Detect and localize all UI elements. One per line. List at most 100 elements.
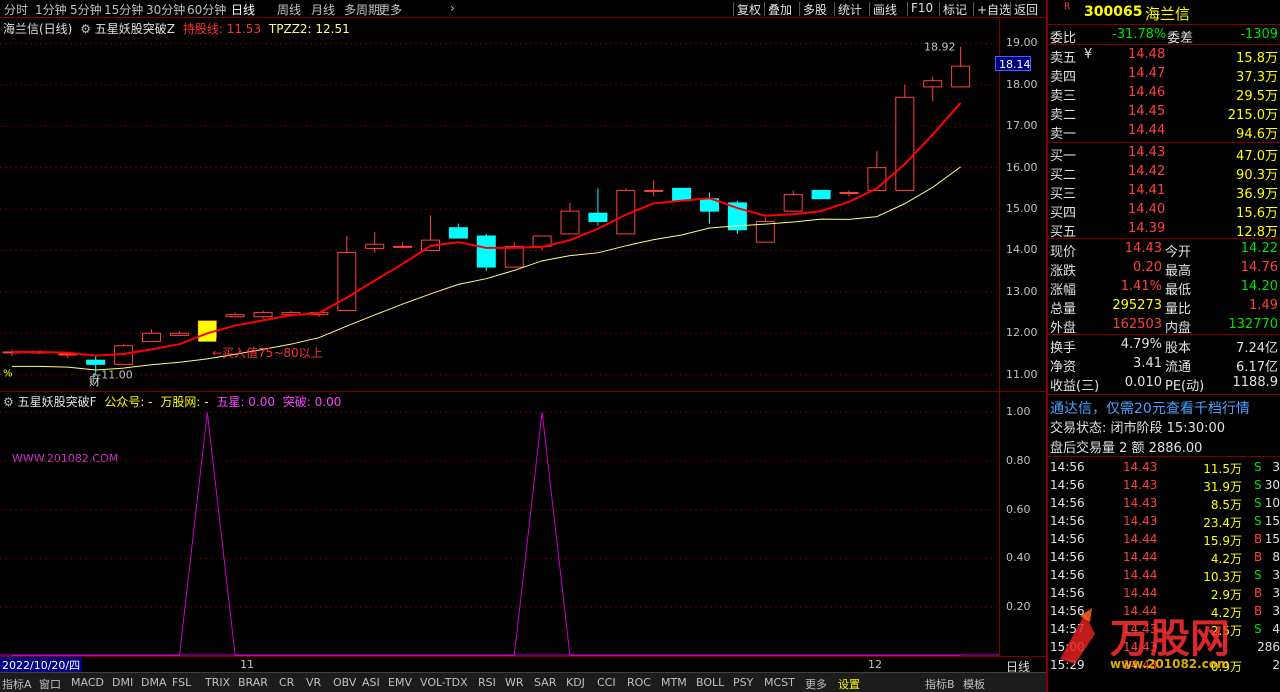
indicator-tab-21[interactable]: BOLL bbox=[696, 676, 724, 689]
period-tab-7[interactable]: 周线 bbox=[277, 1, 301, 18]
candle-up bbox=[783, 194, 803, 212]
tool-button-2[interactable]: 多股 bbox=[803, 1, 827, 18]
tick-row: 14:56 14.43 31.9万 S 30 bbox=[1048, 476, 1280, 494]
indicator-tab-12[interactable]: EMV bbox=[388, 676, 412, 689]
indicator-tab-22[interactable]: PSY bbox=[733, 676, 753, 689]
indicator-tab-3[interactable]: DMI bbox=[112, 676, 133, 689]
indicator-tab-5[interactable]: FSL bbox=[172, 676, 191, 689]
indicator-tab-20[interactable]: MTM bbox=[661, 676, 687, 689]
tick-side: B bbox=[1254, 532, 1263, 546]
period-tab-1[interactable]: 1分钟 bbox=[35, 1, 67, 18]
candle-down bbox=[588, 212, 608, 222]
indicator-tab-18[interactable]: CCI bbox=[597, 676, 616, 689]
ask-label: 卖一 bbox=[1050, 127, 1077, 142]
tool-separator bbox=[764, 2, 765, 16]
indicator-tab-16[interactable]: SAR bbox=[534, 676, 556, 689]
indicator-tab-13[interactable]: VOL-TDX bbox=[420, 676, 468, 689]
tick-row: 14:56 14.43 23.4万 S 15 bbox=[1048, 512, 1280, 530]
tool-button-4[interactable]: 画线 bbox=[873, 1, 897, 18]
ask-row[interactable]: 卖五 ¥14.48 15.8万 bbox=[1048, 46, 1280, 66]
period-tab-9[interactable]: 多周期 bbox=[344, 1, 380, 18]
indicator-tab-26[interactable]: 指标B bbox=[925, 676, 955, 692]
period-tab-4[interactable]: 30分钟 bbox=[146, 1, 185, 18]
candlestick-chart[interactable]: 18.92←11.00←买入值75~80以上财% bbox=[0, 19, 999, 391]
indicator-tab-2[interactable]: MACD bbox=[71, 676, 104, 689]
tool-button-1[interactable]: 叠加 bbox=[768, 1, 792, 18]
period-tab-5[interactable]: 60分钟 bbox=[187, 1, 226, 18]
bid-price: 14.40 bbox=[1128, 202, 1166, 217]
indicator-tab-17[interactable]: KDJ bbox=[566, 676, 585, 689]
tick-time: 14:56 bbox=[1050, 568, 1085, 582]
quote-panel: R 300065 海兰信 委比 -31.78% 委差 -1309 卖五 ¥14.4… bbox=[1046, 0, 1280, 692]
ask-volume: 29.5万 bbox=[1236, 89, 1278, 104]
stat-value-2: 1.49 bbox=[1249, 298, 1278, 313]
tool-button-6[interactable]: 标记 bbox=[943, 1, 967, 18]
tool-button-5[interactable]: F10 bbox=[911, 1, 933, 15]
tick-count: 3 bbox=[1272, 586, 1280, 600]
tick-price: 14.43 bbox=[1123, 460, 1158, 474]
indicator-tab-1[interactable]: 窗口 bbox=[39, 676, 61, 692]
tool-button-3[interactable]: 统计 bbox=[838, 1, 862, 18]
tick-price: 14.44 bbox=[1123, 550, 1158, 564]
indicator-tab-23[interactable]: MCST bbox=[764, 676, 795, 689]
indicator-tab-9[interactable]: VR bbox=[306, 676, 321, 689]
indicator-tab-25[interactable]: 设置 bbox=[838, 676, 860, 692]
bid-row[interactable]: 买四 14.40 15.6万 bbox=[1048, 201, 1280, 221]
indicator-tab-19[interactable]: ROC bbox=[627, 676, 651, 689]
indicator-tab-15[interactable]: WR bbox=[505, 676, 524, 689]
indicator-tab-4[interactable]: DMA bbox=[141, 676, 167, 689]
tick-row: 14:56 14.43 11.5万 S 3 bbox=[1048, 458, 1280, 476]
ask-volume: 37.3万 bbox=[1236, 70, 1278, 85]
period-tab-0[interactable]: 分时 bbox=[4, 1, 28, 18]
indicator-tab-27[interactable]: 模板 bbox=[963, 676, 985, 692]
tick-count: 15 bbox=[1264, 532, 1280, 546]
indicator-tab-8[interactable]: CR bbox=[279, 676, 294, 689]
period-tab-8[interactable]: 月线 bbox=[311, 1, 335, 18]
tick-time: 14:56 bbox=[1050, 586, 1085, 600]
bid-row[interactable]: 买五 14.39 12.8万 bbox=[1048, 220, 1280, 240]
period-toolbar: 分时 1分钟 5分钟 15分钟 30分钟 60分钟 日线 周线 月线 多周期 更多 › 复权 叠加 多股统… bbox=[0, 0, 1046, 18]
price-axis: 19.00 18.00 17.00 16.00 15.00 14.00 13.00 12.00… bbox=[999, 19, 1046, 392]
bid-row[interactable]: 买二 14.42 90.3万 bbox=[1048, 163, 1280, 183]
period-tab-2[interactable]: 5分钟 bbox=[70, 1, 102, 18]
tool-button-8[interactable]: 返回 bbox=[1014, 1, 1038, 18]
bid-volume: 47.0万 bbox=[1236, 149, 1278, 164]
ask-row[interactable]: 卖三 14.46 29.5万 bbox=[1048, 84, 1280, 104]
period-tab-10[interactable]: 更多 bbox=[378, 1, 402, 18]
ask-row[interactable]: 卖一 14.44 94.6万 bbox=[1048, 122, 1280, 142]
tool-button-7[interactable]: +自选 bbox=[977, 1, 1011, 18]
price-tick: 19.00 bbox=[1006, 36, 1038, 50]
tick-row: 14:56 14.44 2.9万 B 3 bbox=[1048, 584, 1280, 602]
indicator-tab-6[interactable]: TRIX bbox=[205, 676, 230, 689]
sub-indicator-chart[interactable] bbox=[0, 392, 999, 656]
stat-label-2: 最高 bbox=[1165, 264, 1192, 279]
candle-up bbox=[253, 312, 273, 318]
indicator-tab-0[interactable]: 指标A bbox=[2, 676, 32, 692]
indicator-tab-11[interactable]: ASI bbox=[362, 676, 380, 689]
stat2-value-2: 7.24亿 bbox=[1236, 341, 1278, 356]
promo-row[interactable]: 通达信，仅需20元查看千档行情 bbox=[1048, 397, 1280, 417]
tick-count: 3 bbox=[1272, 568, 1280, 582]
stat-value: 1.41% bbox=[1120, 279, 1162, 294]
tool-separator bbox=[1010, 2, 1011, 16]
ask-row[interactable]: 卖二 14.45 215.0万 bbox=[1048, 103, 1280, 123]
bid-row[interactable]: 买三 14.41 36.9万 bbox=[1048, 182, 1280, 202]
ask-volume: 15.8万 bbox=[1236, 51, 1278, 66]
ask-row[interactable]: 卖四 14.47 37.3万 bbox=[1048, 65, 1280, 85]
indicator-tab-24[interactable]: 更多 bbox=[805, 676, 827, 692]
indicator-tab-7[interactable]: BRAR bbox=[238, 676, 268, 689]
period-tab-3[interactable]: 15分钟 bbox=[104, 1, 143, 18]
indicator-tab-10[interactable]: OBV bbox=[333, 676, 356, 689]
stat2-value-2: 6.17亿 bbox=[1236, 360, 1278, 375]
tick-volume: 23.4万 bbox=[1203, 516, 1242, 530]
candle-up bbox=[839, 192, 859, 195]
bid-row[interactable]: 买一 14.43 47.0万 bbox=[1048, 144, 1280, 164]
indicator-tab-14[interactable]: RSI bbox=[478, 676, 496, 689]
stock-name: 海兰信 bbox=[1145, 5, 1191, 23]
period-tab-6[interactable]: 日线 bbox=[231, 1, 255, 18]
tool-button-0[interactable]: 复权 bbox=[737, 1, 761, 18]
tick-side: S bbox=[1254, 460, 1262, 474]
tick-time: 14:56 bbox=[1050, 460, 1085, 474]
tick-side: B bbox=[1254, 586, 1263, 600]
more-arrow-icon[interactable]: › bbox=[450, 1, 455, 15]
